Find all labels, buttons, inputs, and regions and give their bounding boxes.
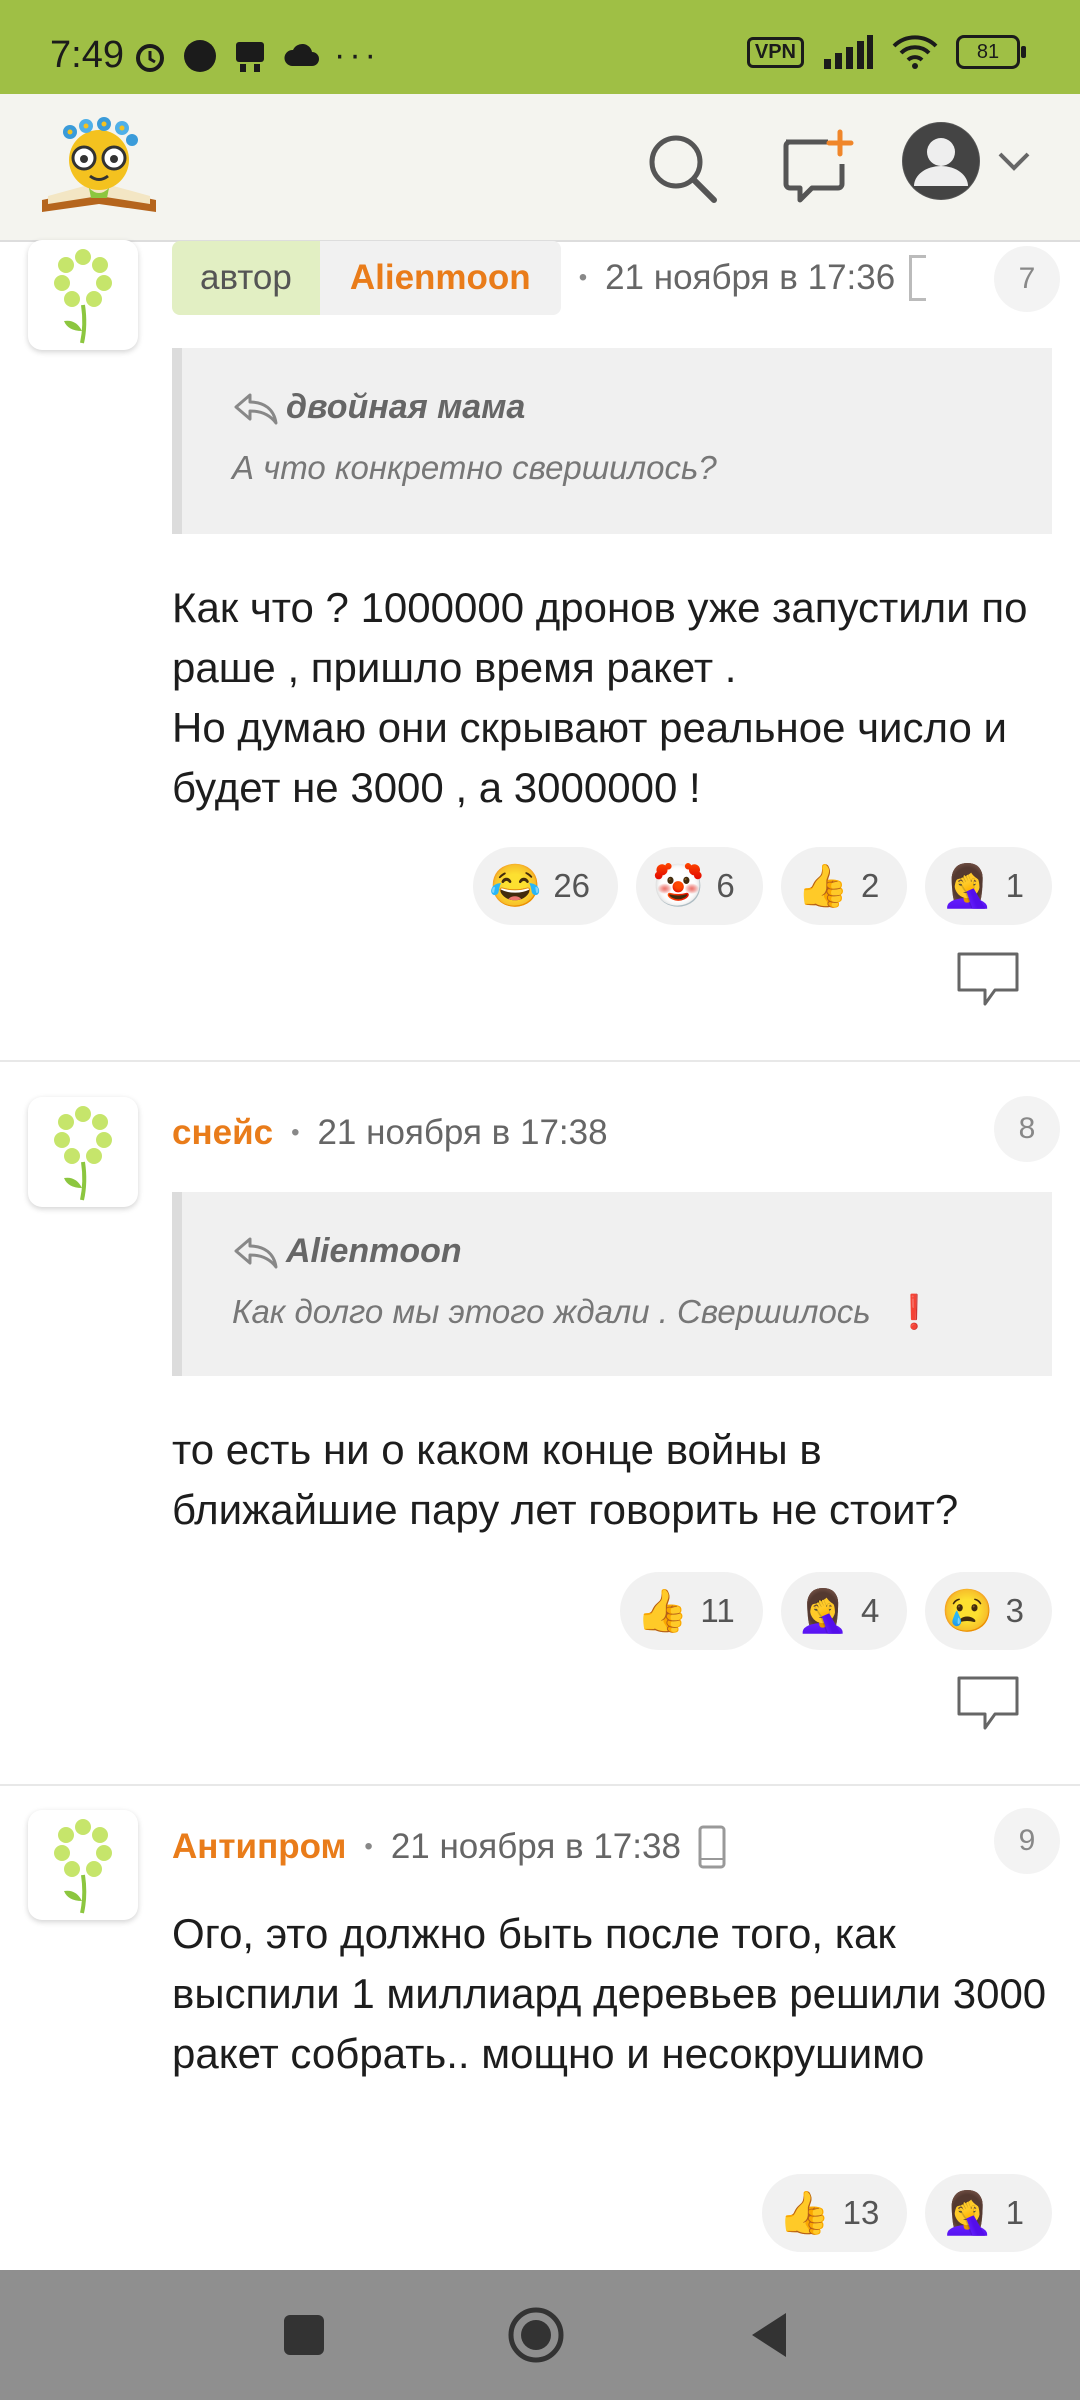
facepalm-emoji-icon: 🤦‍♀️	[941, 2188, 994, 2236]
clown-emoji-icon: 🤡	[652, 861, 705, 909]
flower-avatar-icon	[54, 249, 112, 344]
comment-number: 8	[994, 1096, 1060, 1162]
home-icon[interactable]	[506, 2305, 566, 2365]
reaction-thumbs-up[interactable]: 👍 11	[620, 1572, 763, 1650]
cloud-icon	[284, 43, 319, 66]
comment-date: 21 ноября в 17:38	[390, 1827, 681, 1866]
reaction-clown[interactable]: 🤡 6	[636, 847, 763, 925]
comment-text: то есть ни о каком конце войны в ближайш…	[172, 1426, 959, 1533]
comment-divider	[0, 1060, 1080, 1062]
reply-arrow-icon	[234, 1237, 278, 1268]
comment-divider	[0, 1784, 1080, 1786]
comment-text: Как что ? 1000000 дронов уже запустили п…	[172, 584, 1028, 811]
comment-avatar[interactable]	[28, 1810, 138, 1920]
meta-separator: •	[291, 1119, 300, 1146]
reaction-thumbs-up[interactable]: 👍 13	[762, 2174, 908, 2252]
thumbs-up-emoji-icon: 👍	[636, 1586, 689, 1634]
reaction-count: 1	[1005, 2194, 1024, 2231]
comment-avatar[interactable]	[28, 240, 138, 350]
quote-text-line: Как долго мы этого ждали . Свершилось ❗	[232, 1293, 1002, 1332]
mobile-device-icon	[909, 255, 927, 301]
app-notification-icon	[236, 41, 264, 72]
comment-meta: снейс • 21 ноября в 17:38	[172, 1110, 608, 1156]
exclamation-emoji-icon: ❗	[893, 1293, 935, 1330]
reaction-count: 26	[553, 867, 591, 904]
reaction-count: 13	[842, 2194, 880, 2231]
reply-comment-icon[interactable]	[955, 1674, 1021, 1734]
author-badge-label: автор	[172, 241, 320, 315]
system-nav-bar	[0, 2270, 1080, 2400]
comment-number: 7	[994, 246, 1060, 312]
quote-text: Как долго мы этого ждали . Свершилось	[232, 1293, 871, 1330]
thumbs-up-emoji-icon: 👍	[778, 2188, 831, 2236]
comment-date: 21 ноября в 17:36	[605, 258, 896, 297]
reaction-facepalm[interactable]: 🤦‍♀️ 1	[925, 847, 1052, 925]
mobile-device-icon	[698, 1825, 726, 1869]
quote-author[interactable]: Alienmoon	[286, 1232, 462, 1271]
flower-avatar-icon	[54, 1819, 112, 1914]
reactions-bar: 👍 13 🤦‍♀️ 1	[762, 2174, 1052, 2252]
recent-apps-icon[interactable]	[282, 2305, 326, 2365]
reaction-count: 3	[1005, 1592, 1024, 1629]
comment-number: 9	[994, 1808, 1060, 1874]
facepalm-emoji-icon: 🤦‍♀️	[941, 861, 994, 909]
user-avatar[interactable]	[902, 122, 980, 200]
comment-text: Ого, это должно быть после того, как выс…	[172, 1910, 1047, 2077]
crying-emoji-icon: 😢	[941, 1586, 994, 1634]
author-badge: автор Alienmoon	[172, 241, 561, 315]
reaction-facepalm[interactable]: 🤦‍♀️ 4	[780, 1572, 908, 1650]
quote-author[interactable]: двойная мама	[286, 388, 525, 427]
signal-icon	[824, 35, 873, 69]
wifi-icon	[892, 35, 938, 69]
reply-comment-icon[interactable]	[955, 950, 1021, 1010]
reaction-count: 4	[860, 1592, 880, 1629]
status-bar: 7:49 ··· VPN 81	[0, 0, 1080, 94]
comment-avatar[interactable]	[28, 1097, 138, 1207]
facepalm-emoji-icon: 🤦‍♀️	[796, 1586, 849, 1634]
comment-author[interactable]: снейс	[172, 1113, 273, 1153]
quote-block: Alienmoon Как долго мы этого ждали . Све…	[172, 1192, 1052, 1376]
vpn-icon: VPN	[746, 36, 804, 68]
reactions-bar: 😂 26 🤡 6 👍 2 🤦‍♀️ 1	[473, 847, 1052, 925]
new-post-icon[interactable]	[778, 128, 858, 208]
reply-arrow-icon	[234, 393, 278, 424]
reaction-count: 11	[700, 1592, 735, 1629]
reaction-laugh[interactable]: 😂 26	[473, 847, 619, 925]
comment-date: 21 ноября в 17:38	[317, 1113, 608, 1152]
battery-icon: 81	[956, 35, 1026, 69]
reaction-thumbs-up[interactable]: 👍 2	[780, 847, 908, 925]
flower-avatar-icon	[54, 1106, 112, 1201]
reaction-count: 1	[1005, 867, 1024, 904]
quote-text: А что конкретно свершилось?	[232, 449, 717, 486]
reaction-count: 6	[716, 867, 735, 904]
reactions-bar: 👍 11 🤦‍♀️ 4 😢 3	[620, 1572, 1052, 1650]
comment-author[interactable]: Антипром	[172, 1827, 346, 1867]
comment-meta: Антипром • 21 ноября в 17:38	[172, 1822, 727, 1872]
status-time: 7:49	[50, 34, 124, 76]
thumbs-up-emoji-icon: 👍	[796, 861, 849, 909]
reaction-count: 2	[860, 867, 880, 904]
record-icon	[184, 39, 216, 72]
more-notifications-icon: ···	[334, 36, 380, 74]
chevron-down-icon[interactable]	[996, 150, 1032, 174]
reaction-crying[interactable]: 😢 3	[925, 1572, 1052, 1650]
status-system-icons: VPN 81	[746, 34, 1026, 70]
search-icon[interactable]	[642, 128, 722, 208]
meta-separator: •	[578, 264, 588, 291]
quote-block: двойная мама А что конкретно свершилось?	[172, 348, 1052, 534]
status-notification-icons: ···	[132, 36, 380, 75]
reaction-facepalm[interactable]: 🤦‍♀️ 1	[925, 2174, 1052, 2252]
alarm-icon	[136, 43, 164, 72]
meta-separator: •	[364, 1833, 373, 1860]
comment-author[interactable]: Alienmoon	[319, 241, 561, 315]
laugh-emoji-icon: 😂	[489, 861, 542, 909]
comment-meta: автор Alienmoon • 21 ноября в 17:36	[172, 240, 927, 316]
site-logo-icon[interactable]	[34, 108, 164, 218]
back-icon[interactable]	[746, 2305, 790, 2365]
